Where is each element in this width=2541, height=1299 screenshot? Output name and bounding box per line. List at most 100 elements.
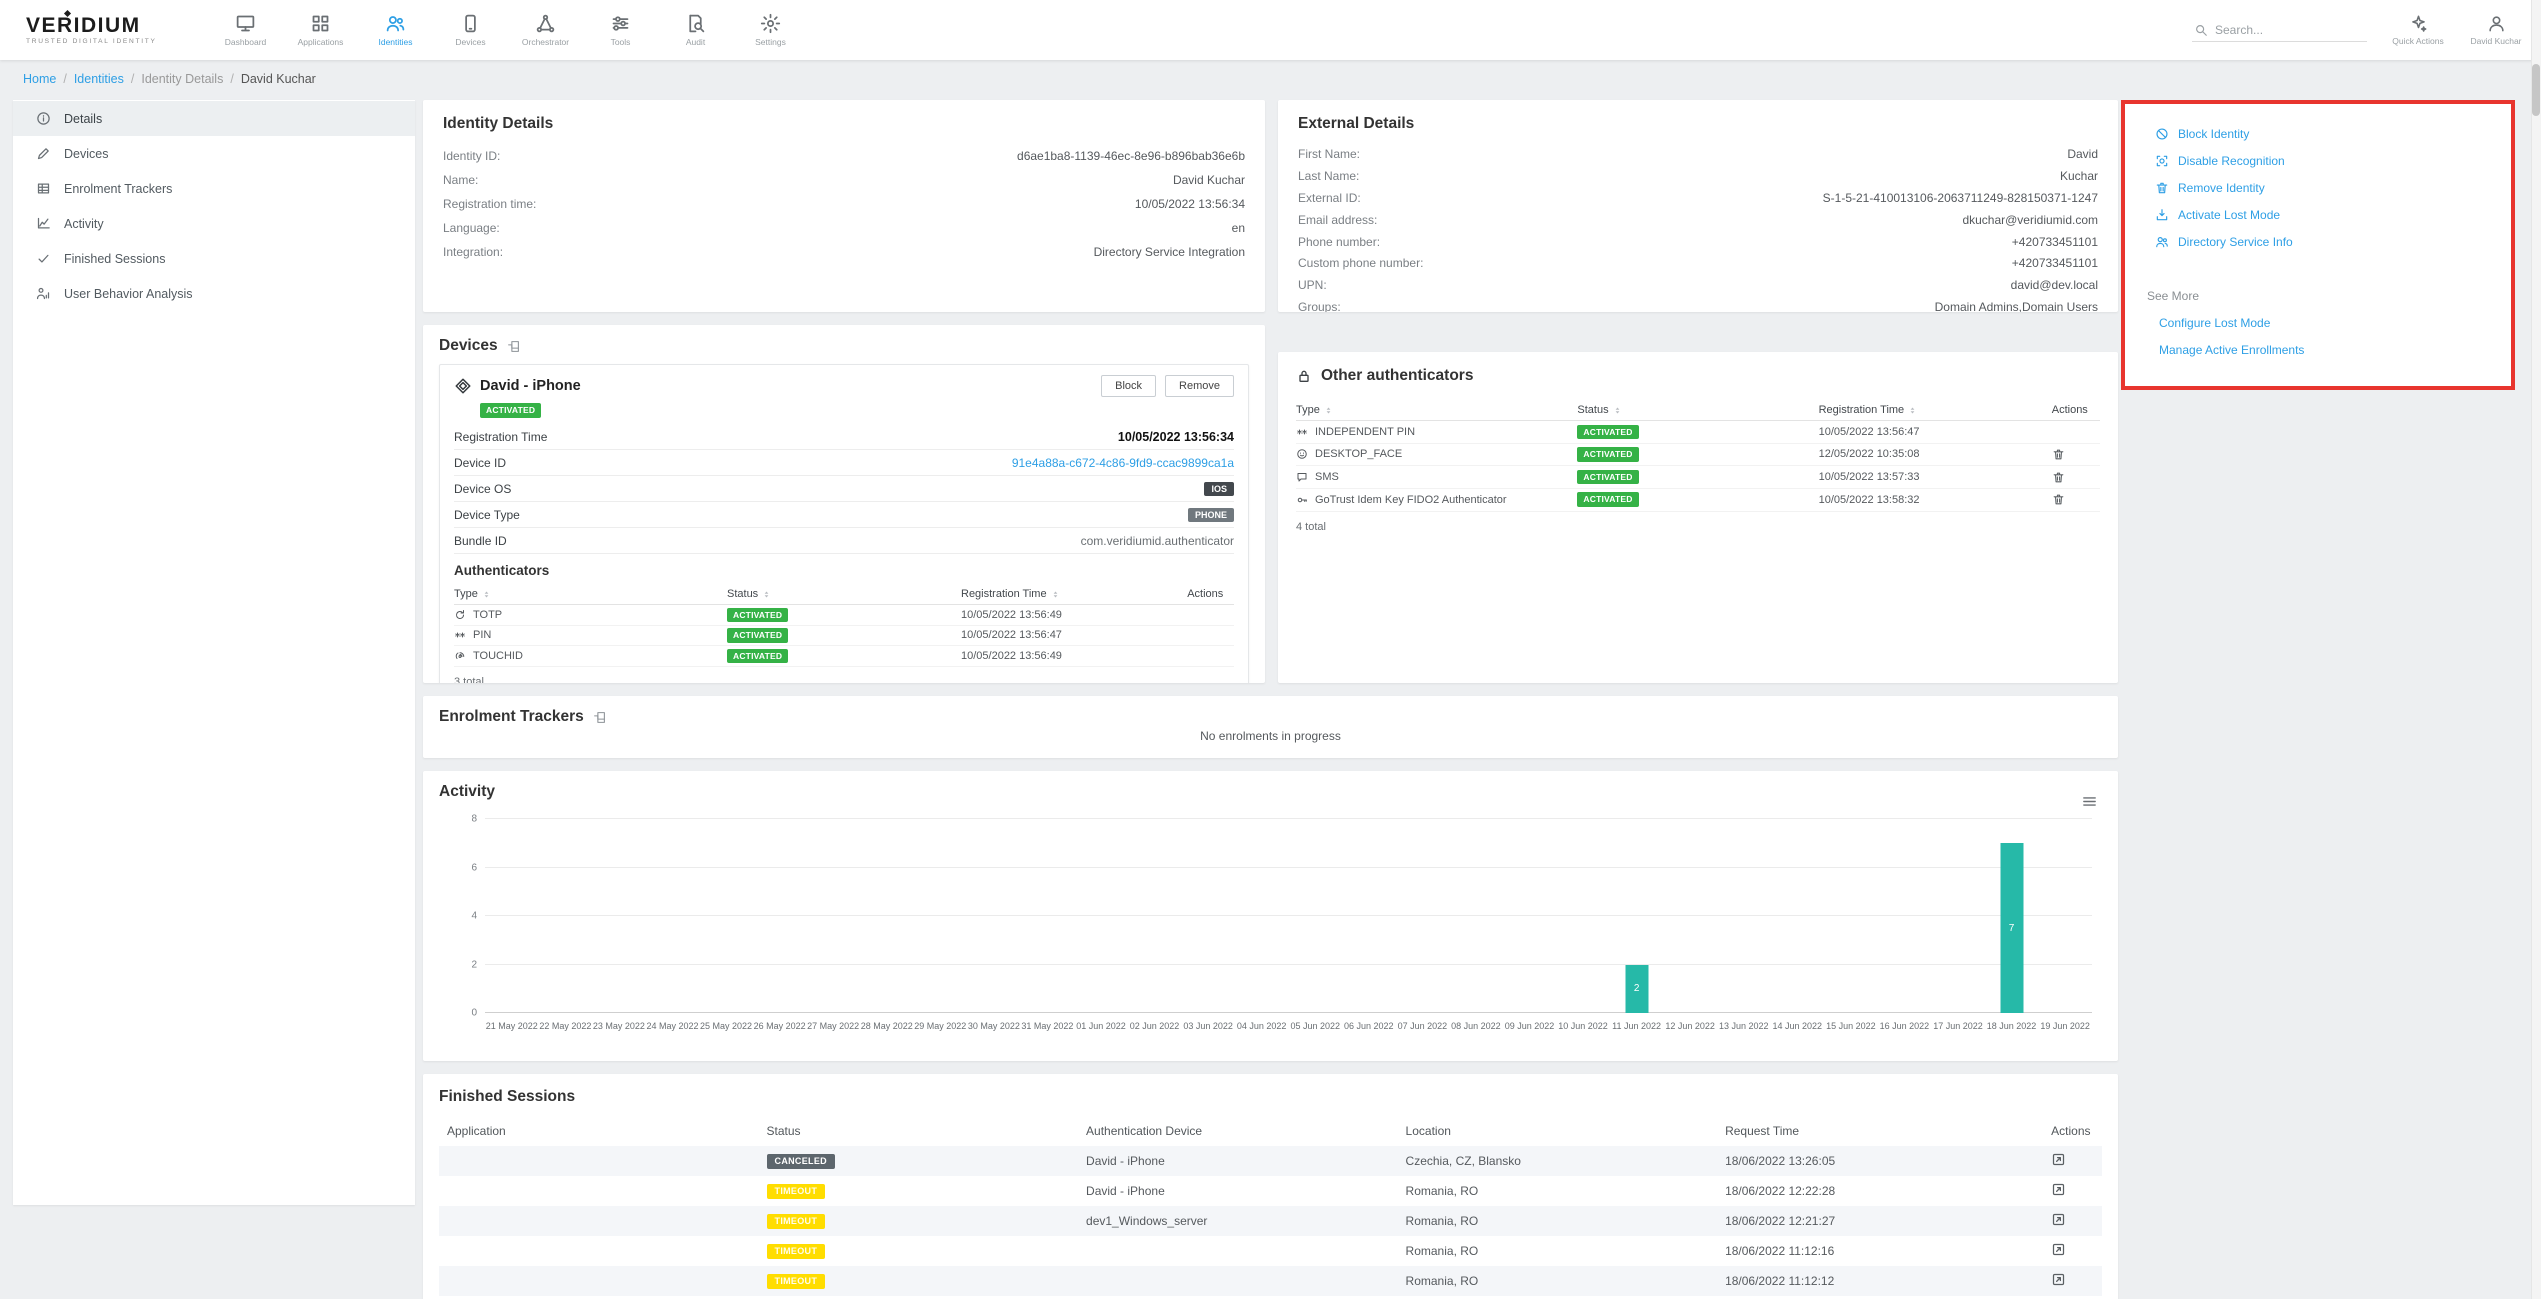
sidebar-item-activity[interactable]: Activity <box>13 206 415 241</box>
sidebar-item-devices[interactable]: Devices <box>13 136 415 171</box>
chart-bar-slot <box>1503 819 1557 1013</box>
other-authenticator-type: SMS <box>1315 471 1339 483</box>
external-details-rows: First Name:DavidLast Name:KucharExternal… <box>1298 144 2098 312</box>
session-details-button[interactable] <box>2051 1212 2066 1227</box>
scrollbar-thumb[interactable] <box>2532 64 2540 116</box>
user-menu[interactable]: David Kuchar <box>2469 14 2523 46</box>
action-directory-service-info[interactable]: Directory Service Info <box>2147 228 2511 255</box>
external-detail-value: Kuchar <box>2060 169 2098 184</box>
session-details-button[interactable] <box>2051 1182 2066 1197</box>
x-tick-label: 14 Jun 2022 <box>1771 1021 1825 1031</box>
delete-authenticator-button[interactable] <box>2052 471 2100 484</box>
device-authenticator-header-status[interactable]: Status <box>727 588 961 600</box>
session-location: Romania, RO <box>1406 1214 1726 1228</box>
x-tick-label: 06 Jun 2022 <box>1342 1021 1396 1031</box>
device-id-link[interactable]: 91e4a88a-c672-4c86-9fd9-ccac9899ca1a <box>1012 456 1234 470</box>
sms-icon <box>1296 471 1308 483</box>
nav-item-tools[interactable]: Tools <box>583 0 658 60</box>
other-authenticator-header-status[interactable]: Status <box>1577 404 1818 416</box>
nav-item-orchestrator[interactable]: Orchestrator <box>508 0 583 60</box>
action-activate-lost-mode[interactable]: Activate Lost Mode <box>2147 201 2511 228</box>
quick-actions-button[interactable]: Quick Actions <box>2391 14 2445 46</box>
nav-item-settings[interactable]: Settings <box>733 0 808 60</box>
search-input[interactable] <box>2215 23 2365 37</box>
other-authenticator-header-type[interactable]: Type <box>1296 404 1577 416</box>
delete-authenticator-button[interactable] <box>2052 493 2100 506</box>
identity-detail-label: Identity ID: <box>443 149 500 164</box>
identity-detail-value: d6ae1ba8-1139-46ec-8e96-b896bab36e6b <box>1017 149 1245 164</box>
nav-item-label: Audit <box>686 37 705 47</box>
device-authenticator-header-registration-time[interactable]: Registration Time <box>961 588 1187 600</box>
external-detail-value: David <box>2067 147 2098 162</box>
block-device-button[interactable]: Block <box>1101 375 1156 397</box>
session-details-button[interactable] <box>2051 1242 2066 1257</box>
bar-value-label: 2 <box>1634 983 1640 994</box>
sidebar-item-label: Activity <box>64 217 104 231</box>
chart-bar-slot <box>1342 819 1396 1013</box>
veridium-logo[interactable]: VERIDIUM TRUSTED DIGITAL IDENTITY <box>26 15 176 45</box>
nav-item-label: Identities <box>378 37 412 47</box>
chart-bar-18-jun-2022[interactable]: 7 <box>2000 843 2023 1013</box>
remove-device-button[interactable]: Remove <box>1165 375 1234 397</box>
action-label: Directory Service Info <box>2178 235 2293 249</box>
x-tick-label: 29 May 2022 <box>914 1021 968 1031</box>
nav-item-audit[interactable]: Audit <box>658 0 733 60</box>
identity-detail-row: Integration:Directory Service Integratio… <box>443 241 1245 265</box>
nav-item-dashboard[interactable]: Dashboard <box>208 0 283 60</box>
quick-actions-icon <box>2409 14 2428 33</box>
session-details-button[interactable] <box>2051 1152 2066 1167</box>
device-authenticator-header-type[interactable]: Type <box>454 588 727 600</box>
device-authenticator-type: TOTP <box>473 609 502 621</box>
chart-bar-slot <box>485 819 539 1013</box>
x-tick-label: 30 May 2022 <box>967 1021 1021 1031</box>
check-icon <box>36 251 51 266</box>
expand-enrolment-icon[interactable] <box>593 711 606 724</box>
chart-bar-11-jun-2022[interactable]: 2 <box>1625 965 1648 1014</box>
session-time: 18/06/2022 11:12:12 <box>1725 1274 2051 1288</box>
sidebar-item-user-behavior-analysis[interactable]: User Behavior Analysis <box>13 276 415 311</box>
external-detail-row: External ID:S-1-5-21-410013106-206371124… <box>1298 188 2098 210</box>
devices-title: Devices <box>439 337 498 355</box>
action-remove-identity[interactable]: Remove Identity <box>2147 174 2511 201</box>
nav-item-devices[interactable]: Devices <box>433 0 508 60</box>
top-navbar: VERIDIUM TRUSTED DIGITAL IDENTITY Dashbo… <box>0 0 2541 60</box>
action-block-identity[interactable]: Block Identity <box>2147 120 2511 147</box>
other-authenticator-header-registration-time[interactable]: Registration Time <box>1819 404 2052 416</box>
session-status-badge: TIMEOUT <box>767 1274 826 1290</box>
identity-detail-label: Language: <box>443 221 500 236</box>
action-disable-recognition[interactable]: Disable Recognition <box>2147 147 2511 174</box>
external-detail-row: Groups:Domain Admins,Domain Users <box>1298 296 2098 312</box>
nav-item-label: Dashboard <box>225 37 267 47</box>
expand-devices-icon[interactable] <box>507 340 520 353</box>
delete-authenticator-button[interactable] <box>2052 448 2100 461</box>
chart-menu-button[interactable] <box>2081 793 2098 810</box>
chart-bar-slot <box>1771 819 1825 1013</box>
applications-icon <box>310 13 331 34</box>
sort-icon <box>1613 406 1622 415</box>
x-tick-label: 07 Jun 2022 <box>1396 1021 1450 1031</box>
other-authenticators-card: Other authenticators TypeStatusRegistrat… <box>1278 352 2118 683</box>
devices-card: Devices David - iPhone Block Remove ACTI… <box>423 325 1265 683</box>
breadcrumb-item-home[interactable]: Home <box>23 72 56 86</box>
sidebar-item-finished-sessions[interactable]: Finished Sessions <box>13 241 415 276</box>
nav-item-label: Devices <box>455 37 485 47</box>
session-location: Czechia, CZ, Blansko <box>1406 1154 1726 1168</box>
sidebar-item-details[interactable]: Details <box>13 101 415 136</box>
external-detail-label: First Name: <box>1298 147 1360 162</box>
sidebar-item-enrolment-trackers[interactable]: Enrolment Trackers <box>13 171 415 206</box>
authenticator-status-badge: ACTIVATED <box>727 628 788 643</box>
action-manage-active-enrollments[interactable]: Manage Active Enrollments <box>2147 343 2511 357</box>
chart-bar-slot <box>646 819 700 1013</box>
breadcrumb-item-identities[interactable]: Identities <box>74 72 124 86</box>
action-configure-lost-mode[interactable]: Configure Lost Mode <box>2147 316 2511 330</box>
chart-bar-slot <box>1931 819 1985 1013</box>
session-row: TIMEOUTdev1_Windows_serverRomania, RO18/… <box>439 1206 2102 1236</box>
device-name: David - iPhone <box>480 378 581 394</box>
session-details-button[interactable] <box>2051 1272 2066 1287</box>
breadcrumb-separator: / <box>131 72 134 86</box>
x-tick-label: 08 Jun 2022 <box>1449 1021 1503 1031</box>
nav-item-applications[interactable]: Applications <box>283 0 358 60</box>
user-icon <box>2487 14 2506 33</box>
chart-bar-slot <box>1449 819 1503 1013</box>
nav-item-identities[interactable]: Identities <box>358 0 433 60</box>
